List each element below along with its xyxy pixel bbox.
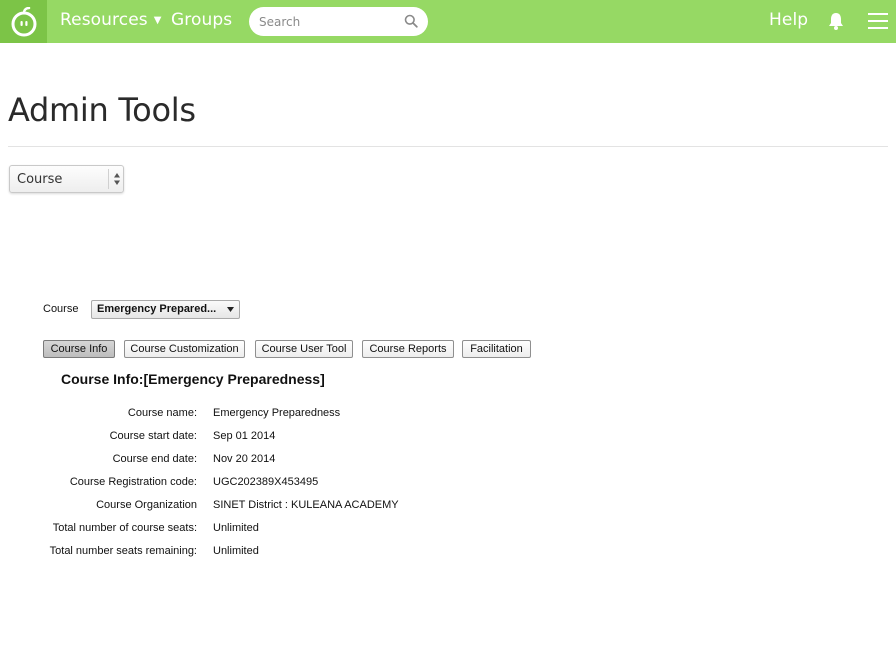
- tab-course-reports[interactable]: Course Reports: [362, 340, 454, 358]
- tab-course-info[interactable]: Course Info: [43, 340, 115, 358]
- field-label: Course start date:: [109, 430, 197, 442]
- hamburger-menu-icon[interactable]: [867, 11, 889, 31]
- select-separator: [108, 169, 109, 189]
- chevron-down-icon: ▼: [153, 15, 162, 26]
- apple-logo-icon: [11, 6, 36, 36]
- field-value: Unlimited: [213, 545, 259, 557]
- field-value: SINET District : KULEANA ACADEMY: [213, 499, 399, 511]
- field-value: Nov 20 2014: [213, 453, 276, 465]
- admin-type-select[interactable]: Course: [9, 165, 124, 193]
- field-value: Emergency Preparedness: [213, 407, 341, 419]
- tab-course-customization[interactable]: Course Customization: [124, 340, 245, 358]
- search-icon[interactable]: [404, 14, 418, 28]
- triangle-down-icon: [227, 307, 234, 312]
- field-value: UGC202389X453495: [213, 476, 319, 488]
- field-label: Course Registration code:: [69, 476, 197, 488]
- search-input[interactable]: [259, 7, 399, 36]
- bell-icon[interactable]: [826, 11, 846, 31]
- course-label: Course: [43, 303, 79, 315]
- nav-help[interactable]: Help: [769, 0, 808, 43]
- up-down-arrows-icon: [114, 173, 120, 185]
- top-nav-bar: Resources ▼ Groups Help: [0, 0, 896, 43]
- header-divider: [8, 146, 888, 147]
- course-dropdown[interactable]: Emergency Prepared...: [91, 300, 240, 319]
- admin-type-select-value: Course: [17, 172, 63, 187]
- nav-resources-label: Resources: [60, 10, 148, 30]
- field-label: Course end date:: [112, 453, 197, 465]
- field-label: Total number of course seats:: [52, 522, 197, 534]
- field-label: Course Organization: [96, 499, 197, 511]
- course-dropdown-value: Emergency Prepared...: [97, 303, 217, 315]
- page-title: Admin Tools: [8, 91, 196, 129]
- nav-resources[interactable]: Resources ▼: [60, 0, 162, 43]
- field-label: Course name:: [127, 407, 197, 419]
- field-label: Total number seats remaining:: [49, 545, 197, 557]
- nav-groups[interactable]: Groups: [171, 0, 232, 43]
- tab-course-user-tool[interactable]: Course User Tool: [255, 340, 353, 358]
- tab-facilitation[interactable]: Facilitation: [462, 340, 531, 358]
- field-value: Sep 01 2014: [213, 430, 276, 442]
- home-logo[interactable]: [0, 0, 47, 43]
- search-box: [249, 7, 428, 36]
- course-info-title: Course Info:[Emergency Preparedness]: [61, 371, 325, 387]
- field-value: Unlimited: [213, 522, 259, 534]
